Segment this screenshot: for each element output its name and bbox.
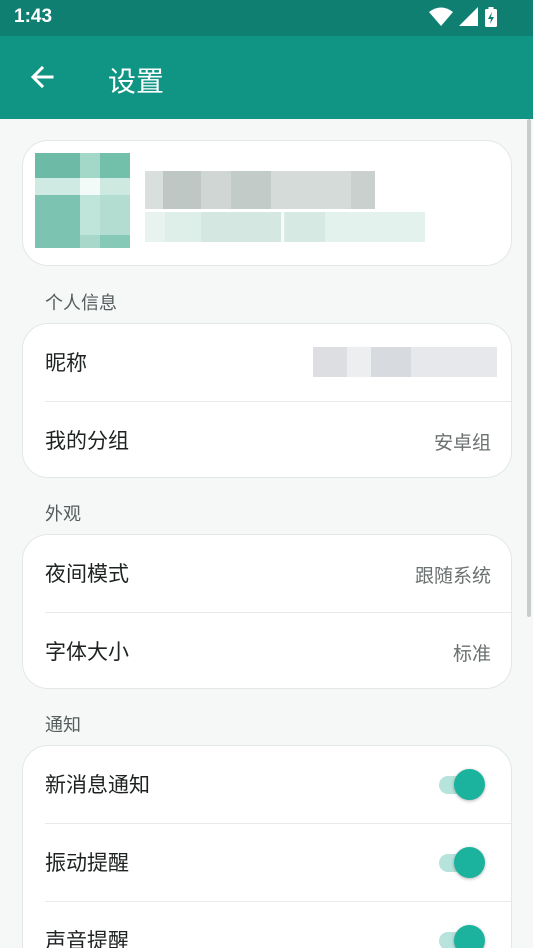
- toggle-thumb: [454, 847, 485, 878]
- nickname-row[interactable]: 昵称: [23, 324, 511, 401]
- nickname-label: 昵称: [45, 351, 87, 375]
- appearance-card: 夜间模式 跟随系统 字体大小 标准: [22, 534, 512, 689]
- group-row[interactable]: 我的分组 安卓组: [23, 402, 511, 477]
- profile-card[interactable]: [22, 140, 512, 266]
- new-message-row[interactable]: 新消息通知: [23, 746, 511, 823]
- group-label: 我的分组: [45, 429, 129, 453]
- night-mode-value: 跟随系统: [414, 565, 491, 587]
- scrollbar[interactable]: [527, 119, 531, 617]
- vibrate-toggle[interactable]: [437, 847, 487, 879]
- font-size-row[interactable]: 字体大小 标准: [23, 613, 511, 688]
- cell-signal-icon: [459, 7, 478, 26]
- group-value: 安卓组: [433, 432, 491, 454]
- app-bar: 设置: [0, 36, 533, 119]
- section-title-personal: 个人信息: [45, 293, 117, 314]
- sound-row[interactable]: 声音提醒: [23, 902, 511, 948]
- back-button[interactable]: [22, 58, 62, 98]
- night-mode-row[interactable]: 夜间模式 跟随系统: [23, 535, 511, 612]
- new-message-toggle[interactable]: [437, 769, 487, 801]
- vibrate-row[interactable]: 振动提醒: [23, 824, 511, 901]
- battery-charging-icon: [485, 7, 497, 27]
- profile-id-blurred: [145, 212, 425, 242]
- notify-card: 新消息通知 振动提醒 声音提醒: [22, 745, 512, 948]
- font-size-label: 字体大小: [45, 640, 129, 664]
- arrow-left-icon: [30, 65, 54, 89]
- status-time: 1:43: [14, 6, 53, 27]
- font-size-value: 标准: [452, 643, 491, 665]
- settings-list[interactable]: 个人信息 昵称 我的分组 安卓组 外观 夜间模式 跟随系统 字体大小 标准 通知…: [0, 119, 533, 948]
- page-title: 设置: [108, 65, 165, 98]
- sound-label: 声音提醒: [45, 929, 129, 948]
- toggle-thumb: [454, 925, 485, 948]
- nickname-value-blurred: [313, 347, 497, 377]
- section-title-notify: 通知: [45, 715, 81, 736]
- toggle-thumb: [454, 769, 485, 800]
- wifi-icon: [429, 7, 453, 26]
- profile-name-blurred: [145, 171, 375, 209]
- section-title-appearance: 外观: [45, 504, 81, 525]
- status-bar: 1:43: [0, 0, 533, 36]
- avatar: [35, 153, 130, 248]
- new-message-label: 新消息通知: [45, 773, 150, 797]
- personal-card: 昵称 我的分组 安卓组: [22, 323, 512, 478]
- vibrate-label: 振动提醒: [45, 851, 129, 875]
- sound-toggle[interactable]: [437, 925, 487, 948]
- status-icons: [429, 7, 497, 27]
- night-mode-label: 夜间模式: [45, 562, 129, 586]
